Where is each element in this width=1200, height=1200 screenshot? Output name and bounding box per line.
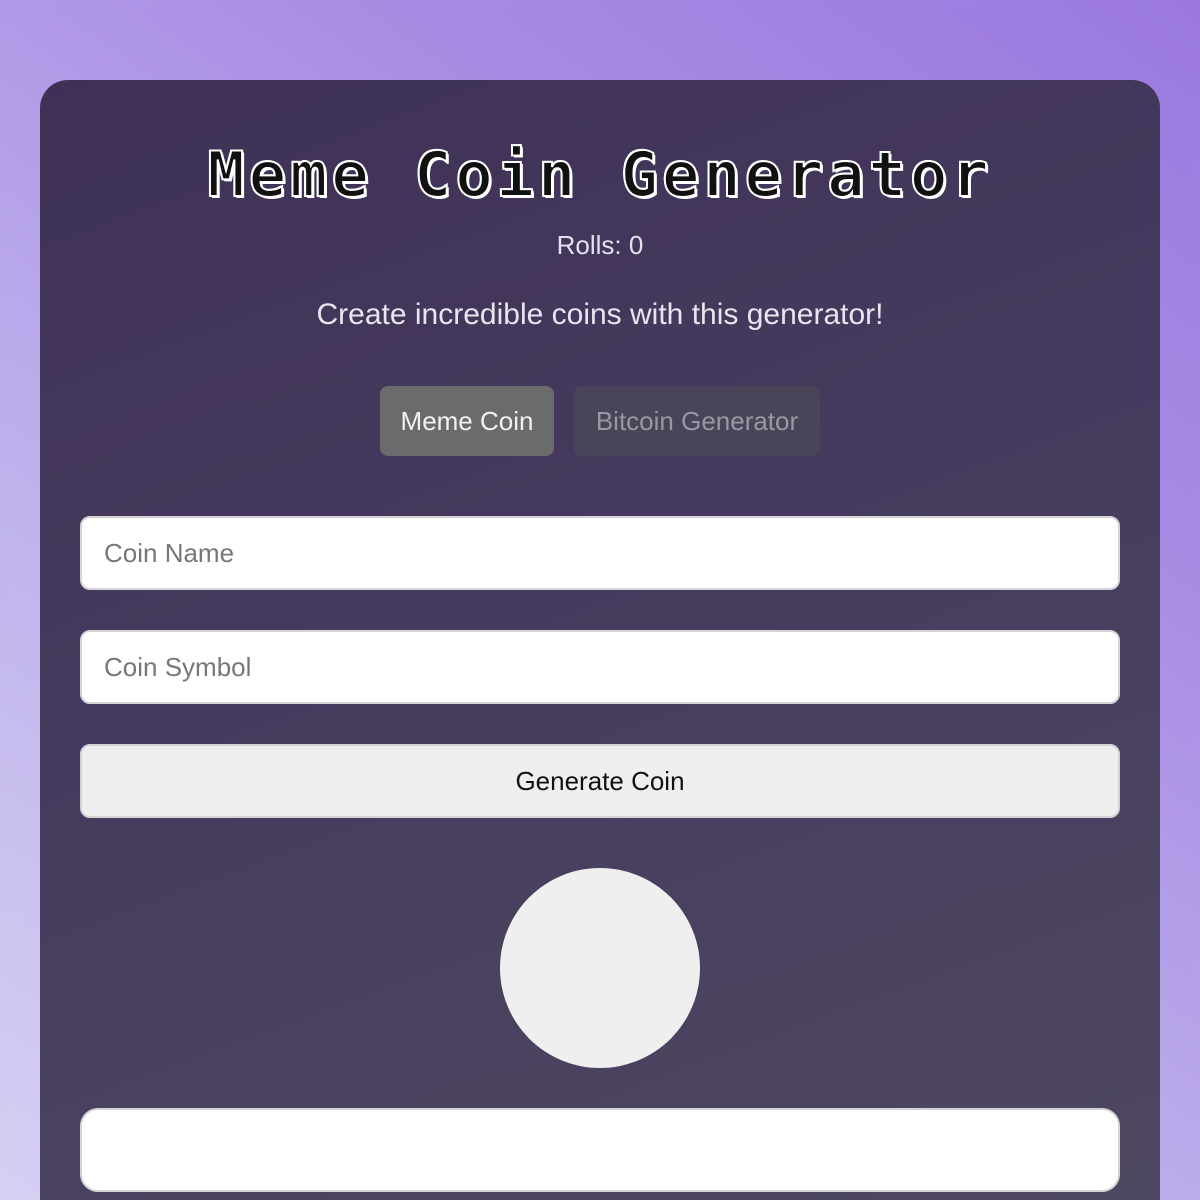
generator-card: Meme Coin Generator Rolls: 0 Create incr… [40,80,1160,1200]
generator-tabs: Meme Coin Bitcoin Generator [380,386,820,456]
coin-symbol-input[interactable] [80,630,1120,704]
coin-preview [500,868,700,1068]
tab-bitcoin-generator[interactable]: Bitcoin Generator [574,386,820,456]
page-title: Meme Coin Generator [206,138,993,211]
page-subtitle: Create incredible coins with this genera… [316,298,884,331]
coin-output-box [80,1108,1120,1192]
rolls-counter: Rolls: 0 [556,230,644,260]
tab-meme-coin[interactable]: Meme Coin [380,386,554,456]
generate-coin-button[interactable]: Generate Coin [80,744,1120,818]
coin-name-input[interactable] [80,516,1120,590]
